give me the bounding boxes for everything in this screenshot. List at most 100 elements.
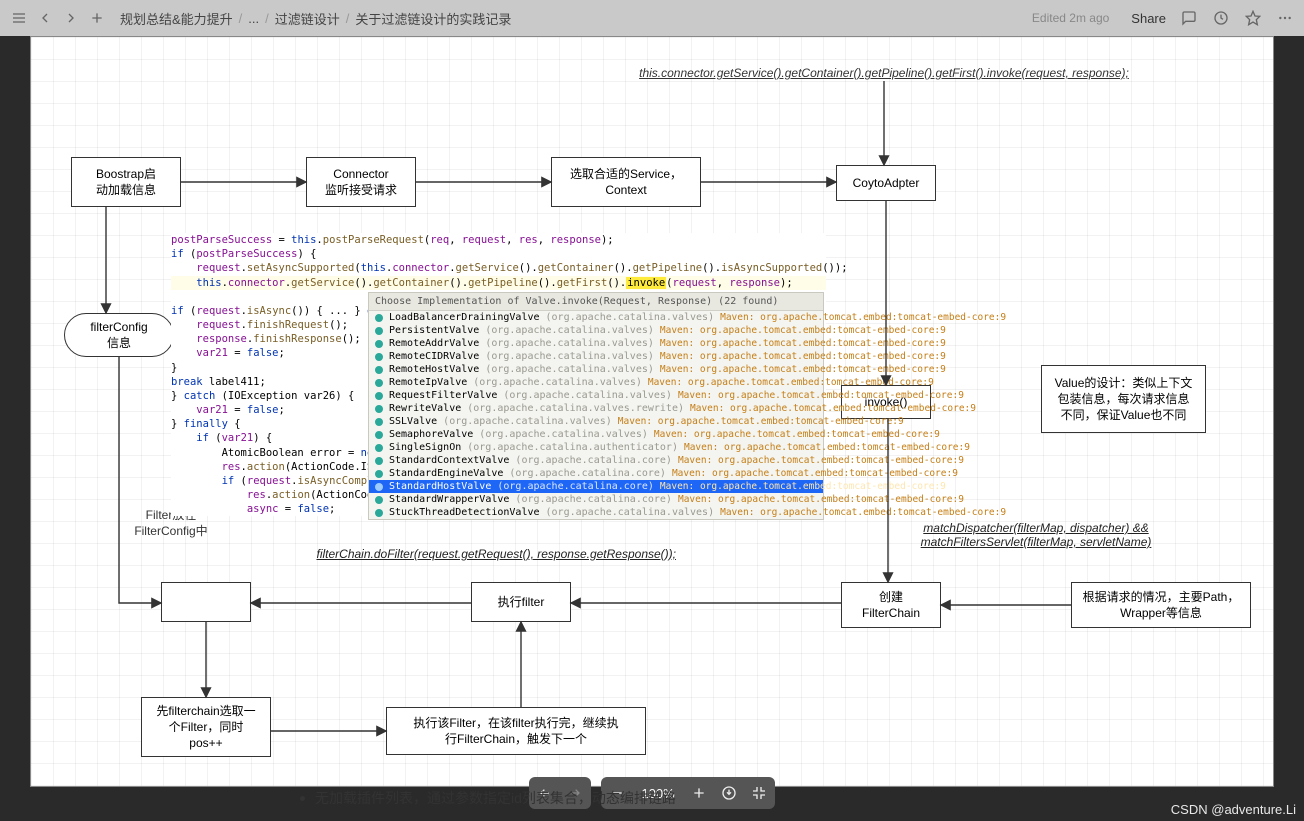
diagram-canvas[interactable]: this.connector.getService().getContainer… bbox=[31, 37, 1273, 786]
node-select-one-filter[interactable]: 先filterchain选取一 个Filter，同时 pos++ bbox=[141, 697, 271, 757]
popup-title: Choose Implementation of Valve.invoke(Re… bbox=[369, 293, 823, 311]
node-by-path[interactable]: 根据请求的情况，主要Path， Wrapper等信息 bbox=[1071, 582, 1251, 628]
class-icon bbox=[375, 431, 383, 439]
impl-row-RewriteValve[interactable]: RewriteValve (org.apache.catalina.valves… bbox=[369, 402, 823, 415]
node-empty[interactable] bbox=[161, 582, 251, 622]
impl-source: Maven: org.apache.tomcat.embed:tomcat-em… bbox=[678, 455, 964, 466]
impl-name: StandardHostValve bbox=[389, 481, 491, 492]
node-run-next[interactable]: 执行该Filter，在该filter执行完，继续执 行FilterChain，触… bbox=[386, 707, 646, 755]
impl-package: (org.apache.catalina.valves.rewrite) bbox=[467, 403, 684, 414]
impl-row-RemoteHostValve[interactable]: RemoteHostValve (org.apache.catalina.val… bbox=[369, 363, 823, 376]
impl-row-LoadBalancerDrainingValve[interactable]: LoadBalancerDrainingValve (org.apache.ca… bbox=[369, 311, 823, 324]
history-icon[interactable] bbox=[1212, 9, 1230, 27]
impl-row-RequestFilterValve[interactable]: RequestFilterValve (org.apache.catalina.… bbox=[369, 389, 823, 402]
impl-package: (org.apache.catalina.valves) bbox=[473, 377, 642, 388]
edited-label: Edited 2m ago bbox=[1032, 11, 1109, 25]
impl-package: (org.apache.catalina.core) bbox=[509, 468, 666, 479]
impl-source: Maven: org.apache.tomcat.embed:tomcat-em… bbox=[672, 468, 958, 479]
impl-row-RemoteIpValve[interactable]: RemoteIpValve (org.apache.catalina.valve… bbox=[369, 376, 823, 389]
impl-package: (org.apache.catalina.valves) bbox=[546, 312, 715, 323]
class-icon bbox=[375, 366, 383, 374]
class-icon bbox=[375, 444, 383, 452]
impl-source: Maven: org.apache.tomcat.embed:tomcat-em… bbox=[648, 377, 934, 388]
impl-source: Maven: org.apache.tomcat.embed:tomcat-em… bbox=[654, 429, 940, 440]
menu-icon[interactable] bbox=[10, 9, 28, 27]
node-bootstrap[interactable]: Boostrap启 动加载信息 bbox=[71, 157, 181, 207]
impl-row-StuckThreadDetectionValve[interactable]: StuckThreadDetectionValve (org.apache.ca… bbox=[369, 506, 823, 519]
nav-back-icon[interactable] bbox=[36, 9, 54, 27]
node-exec-filter[interactable]: 执行filter bbox=[471, 582, 571, 622]
impl-name: StandardWrapperValve bbox=[389, 494, 509, 505]
impl-package: (org.apache.catalina.valves) bbox=[479, 429, 648, 440]
class-icon bbox=[375, 496, 383, 504]
impl-row-StandardHostValve[interactable]: StandardHostValve (org.apache.catalina.c… bbox=[369, 480, 823, 493]
impl-source: Maven: org.apache.tomcat.embed:tomcat-em… bbox=[618, 416, 904, 427]
impl-row-RemoteCIDRValve[interactable]: RemoteCIDRValve (org.apache.catalina.val… bbox=[369, 350, 823, 363]
impl-row-SemaphoreValve[interactable]: SemaphoreValve (org.apache.catalina.valv… bbox=[369, 428, 823, 441]
diagram-canvas-frame: this.connector.getService().getContainer… bbox=[30, 36, 1274, 787]
class-icon bbox=[375, 392, 383, 400]
impl-source: Maven: org.apache.tomcat.embed:tomcat-em… bbox=[678, 494, 964, 505]
crumb-3[interactable]: 关于过滤链设计的实践记录 bbox=[355, 9, 511, 28]
impl-package: (org.apache.catalina.valves) bbox=[485, 364, 654, 375]
class-icon bbox=[375, 340, 383, 348]
impl-name: StuckThreadDetectionValve bbox=[389, 507, 540, 518]
class-icon bbox=[375, 483, 383, 491]
app-topbar: 规划总结&能力提升/ .../ 过滤链设计/ 关于过滤链设计的实践记录 Edit… bbox=[0, 0, 1304, 36]
share-button[interactable]: Share bbox=[1131, 11, 1166, 26]
impl-package: (org.apache.catalina.valves) bbox=[503, 390, 672, 401]
impl-package: (org.apache.catalina.valves) bbox=[485, 351, 654, 362]
new-icon[interactable] bbox=[88, 9, 106, 27]
impl-source: Maven: org.apache.tomcat.embed:tomcat-em… bbox=[660, 481, 946, 492]
ide-implementations-popup[interactable]: Choose Implementation of Valve.invoke(Re… bbox=[368, 292, 824, 520]
node-create-filterchain[interactable]: 创建 FilterChain bbox=[841, 582, 941, 628]
impl-package: (org.apache.catalina.core) bbox=[497, 481, 654, 492]
background-doc-text: 无加载插件列表，通过参数指定id列表集合，动态编排链路 bbox=[315, 788, 676, 808]
impl-row-SingleSignOn[interactable]: SingleSignOn (org.apache.catalina.authen… bbox=[369, 441, 823, 454]
class-icon bbox=[375, 379, 383, 387]
impl-row-RemoteAddrValve[interactable]: RemoteAddrValve (org.apache.catalina.val… bbox=[369, 337, 823, 350]
class-icon bbox=[375, 353, 383, 361]
node-value-design[interactable]: Value的设计：类似上下文 包装信息，每次请求信息 不同，保证Value也不同 bbox=[1041, 365, 1206, 433]
impl-row-StandardContextValve[interactable]: StandardContextValve (org.apache.catalin… bbox=[369, 454, 823, 467]
impl-name: SSLValve bbox=[389, 416, 437, 427]
bullet-icon bbox=[300, 796, 305, 801]
impl-name: RemoteIpValve bbox=[389, 377, 467, 388]
impl-source: Maven: org.apache.tomcat.embed:tomcat-em… bbox=[660, 325, 946, 336]
impl-name: LoadBalancerDrainingValve bbox=[389, 312, 540, 323]
impl-package: (org.apache.catalina.authenticator) bbox=[467, 442, 678, 453]
impl-source: Maven: org.apache.tomcat.embed:tomcat-em… bbox=[660, 351, 946, 362]
impl-package: (org.apache.catalina.valves) bbox=[546, 507, 715, 518]
node-coyote-adapter[interactable]: CoytoAdpter bbox=[836, 165, 936, 201]
impl-name: StandardEngineValve bbox=[389, 468, 503, 479]
crumb-1[interactable]: ... bbox=[248, 11, 259, 26]
crumb-2[interactable]: 过滤链设计 bbox=[275, 9, 340, 28]
comment-icon[interactable] bbox=[1180, 9, 1198, 27]
breadcrumb[interactable]: 规划总结&能力提升/ .../ 过滤链设计/ 关于过滤链设计的实践记录 bbox=[120, 9, 511, 28]
impl-row-StandardWrapperValve[interactable]: StandardWrapperValve (org.apache.catalin… bbox=[369, 493, 823, 506]
impl-source: Maven: org.apache.tomcat.embed:tomcat-em… bbox=[660, 338, 946, 349]
impl-name: RequestFilterValve bbox=[389, 390, 497, 401]
node-connector[interactable]: Connector 监听接受请求 bbox=[306, 157, 416, 207]
impl-name: PersistentValve bbox=[389, 325, 479, 336]
flow-label-dofilter: filterChain.doFilter(request.getRequest(… bbox=[296, 547, 676, 561]
impl-package: (org.apache.catalina.valves) bbox=[485, 338, 654, 349]
impl-row-SSLValve[interactable]: SSLValve (org.apache.catalina.valves)Mav… bbox=[369, 415, 823, 428]
node-select-service[interactable]: 选取合适的Service， Context bbox=[551, 157, 701, 207]
class-icon bbox=[375, 470, 383, 478]
impl-name: SemaphoreValve bbox=[389, 429, 473, 440]
impl-package: (org.apache.catalina.core) bbox=[515, 494, 672, 505]
class-icon bbox=[375, 457, 383, 465]
impl-source: Maven: org.apache.tomcat.embed:tomcat-em… bbox=[690, 403, 976, 414]
more-icon[interactable] bbox=[1276, 9, 1294, 27]
impl-row-StandardEngineValve[interactable]: StandardEngineValve (org.apache.catalina… bbox=[369, 467, 823, 480]
node-filterconfig[interactable]: filterConfig 信息 bbox=[64, 313, 174, 357]
crumb-0[interactable]: 规划总结&能力提升 bbox=[120, 9, 233, 28]
flow-label-match: matchDispatcher(filterMap, dispatcher) &… bbox=[916, 521, 1156, 549]
impl-name: RemoteHostValve bbox=[389, 364, 479, 375]
impl-row-PersistentValve[interactable]: PersistentValve (org.apache.catalina.val… bbox=[369, 324, 823, 337]
impl-name: RemoteAddrValve bbox=[389, 338, 479, 349]
star-icon[interactable] bbox=[1244, 9, 1262, 27]
nav-forward-icon[interactable] bbox=[62, 9, 80, 27]
impl-source: Maven: org.apache.tomcat.embed:tomcat-em… bbox=[684, 442, 970, 453]
